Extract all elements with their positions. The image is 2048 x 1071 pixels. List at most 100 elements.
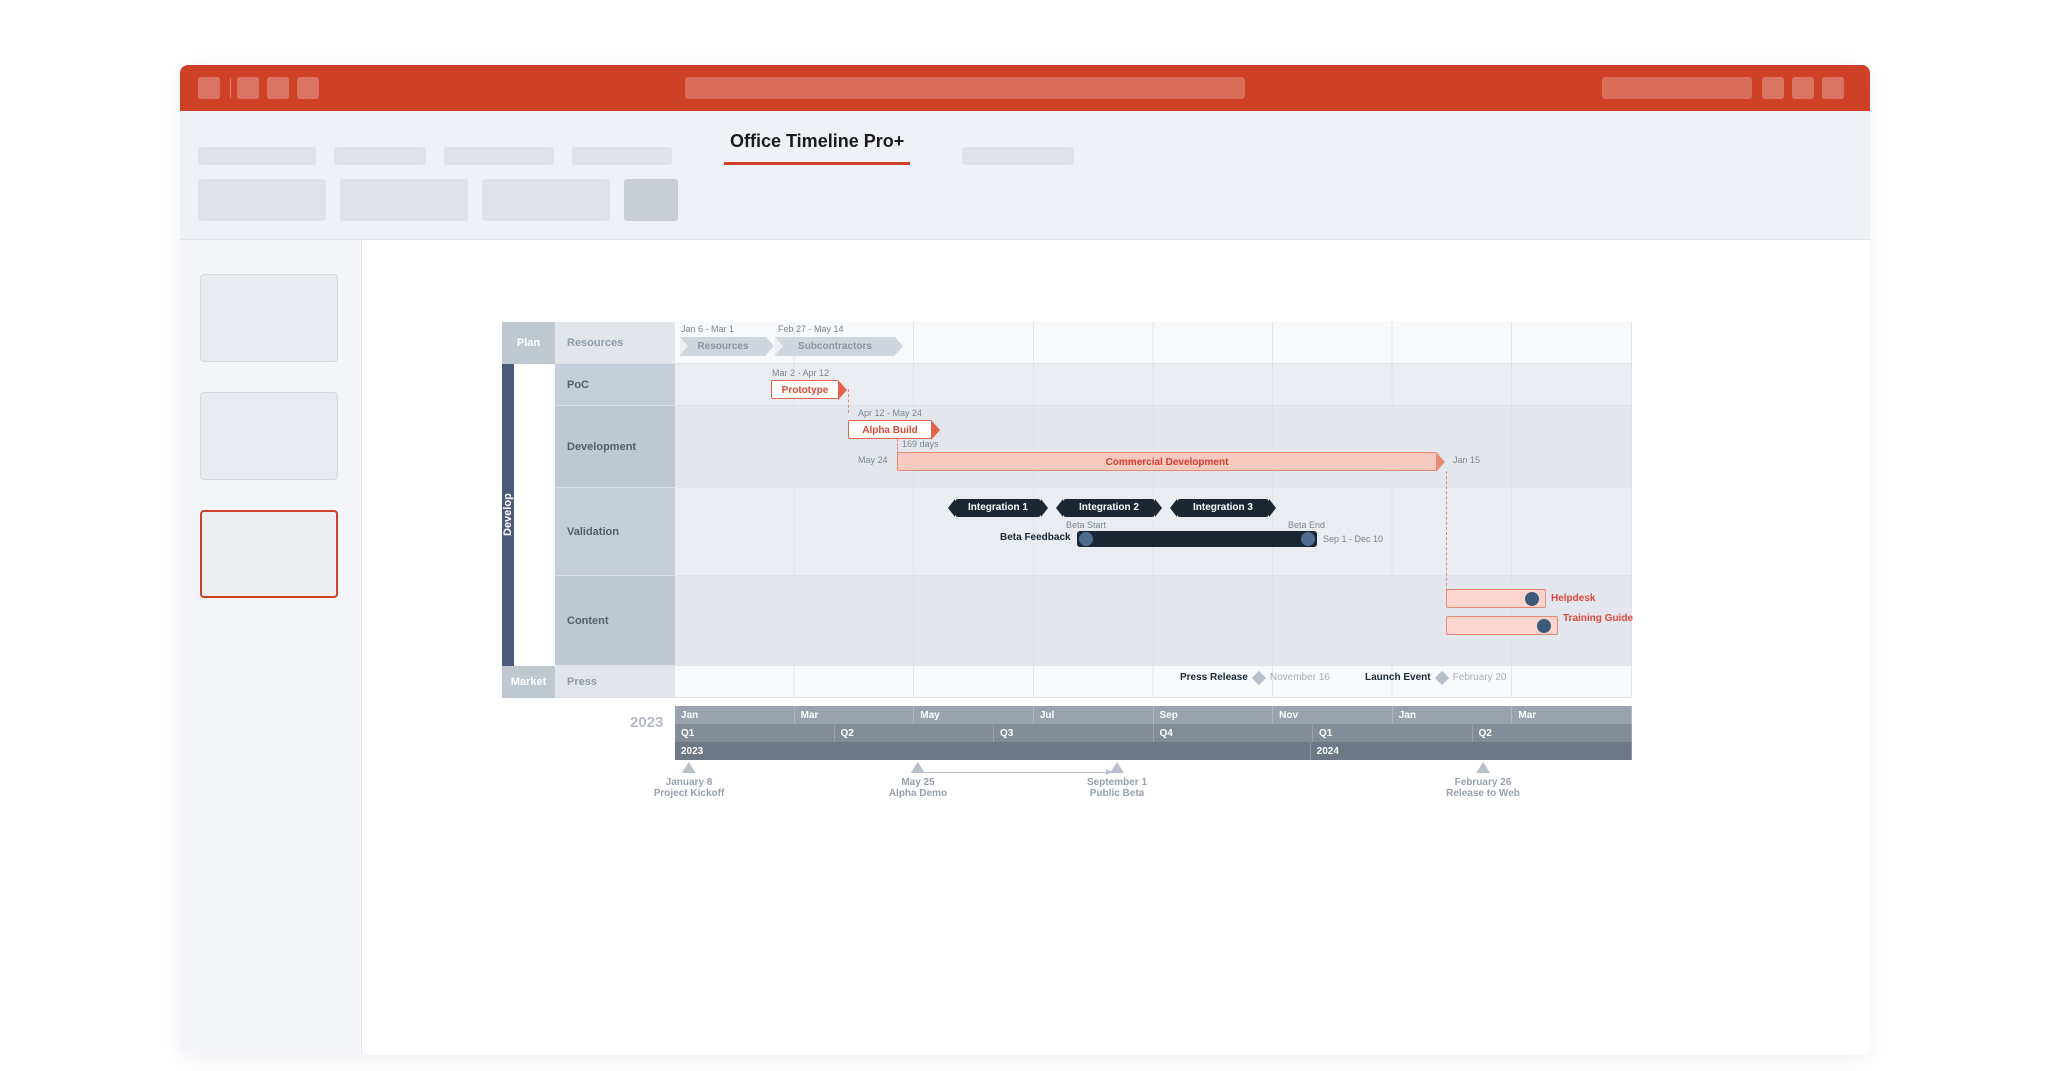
titlebar-button[interactable]	[198, 77, 220, 99]
task-end-date: Jan 15	[1453, 455, 1480, 465]
ribbon-tab-placeholder[interactable]	[444, 147, 554, 165]
ribbon-tool[interactable]	[340, 179, 468, 221]
triangle-icon	[1110, 762, 1124, 773]
milestone-label: Public Beta	[1087, 788, 1147, 799]
milestone-label-beta-end: Beta End	[1288, 520, 1325, 530]
window-min-button[interactable]	[1762, 77, 1784, 99]
titlebar-button[interactable]	[267, 77, 289, 99]
window-close-button[interactable]	[1822, 77, 1844, 99]
titlebar-search[interactable]	[685, 77, 1245, 99]
task-dates: Jan 6 - Mar 1	[681, 324, 734, 334]
year-cell: 2024	[1311, 742, 1632, 760]
task-helpdesk[interactable]	[1446, 589, 1546, 608]
quarter-cell: Q4	[1154, 724, 1314, 742]
swimlane-category-plan: Plan	[502, 322, 555, 364]
milestone-date: May 25	[889, 777, 947, 788]
task-integration-1[interactable]: Integration 1	[955, 499, 1041, 517]
milestone-dot-icon	[1537, 619, 1551, 633]
task-resources[interactable]: Resources	[680, 337, 766, 356]
quarter-cell: Q1	[1313, 724, 1473, 742]
swimlane-category-market: Market	[502, 666, 555, 698]
milestone-label-beta-start: Beta Start	[1066, 520, 1106, 530]
ribbon-tab-placeholder[interactable]	[334, 147, 426, 165]
milestone-date: February 26	[1446, 777, 1520, 788]
task-label: Commercial Development	[1106, 457, 1229, 468]
ribbon-tool[interactable]	[198, 179, 326, 221]
milestone-date: January 8	[654, 777, 725, 788]
slide-thumbnail[interactable]	[200, 274, 338, 362]
plot-area: Jan 6 - Mar 1 Resources Feb 27 - May 14 …	[675, 322, 1632, 698]
titlebar-separator	[230, 78, 231, 98]
year-label-left: 2023	[630, 714, 663, 731]
task-duration: 169 days	[902, 439, 939, 449]
task-integration-2[interactable]: Integration 2	[1063, 499, 1155, 517]
milestone-date: November 16	[1270, 672, 1330, 683]
task-label-helpdesk: Helpdesk	[1551, 589, 1595, 608]
task-prototype[interactable]: Prototype	[771, 380, 839, 399]
triangle-icon	[911, 762, 925, 773]
timescale: Jan Mar May Jul Sep Nov Jan Mar Q1 Q2 Q3…	[675, 706, 1632, 760]
month-cell: Mar	[795, 706, 915, 724]
row-label-resources: Resources	[555, 322, 675, 364]
task-integration-3[interactable]: Integration 3	[1177, 499, 1269, 517]
slide-thumbnail[interactable]	[200, 392, 338, 480]
task-label: Alpha Build	[862, 425, 918, 436]
milestone-dot-icon	[1525, 592, 1539, 606]
row-label-development: Development	[555, 406, 675, 488]
milestone-press-release: Press Release	[1180, 672, 1248, 683]
milestone-arrow	[923, 772, 1111, 773]
ribbon-tool[interactable]	[482, 179, 610, 221]
row-label-press: Press	[555, 666, 675, 698]
slide-thumbnails	[180, 240, 362, 1055]
titlebar	[180, 65, 1870, 111]
task-dates: Mar 2 - Apr 12	[772, 368, 829, 378]
ribbon-tab-placeholder[interactable]	[962, 147, 1074, 165]
slide-thumbnail-active[interactable]	[200, 510, 338, 598]
milestone-public-beta: September 1 Public Beta	[1087, 762, 1147, 799]
row-label-validation: Validation	[555, 488, 675, 576]
ribbon-tool-active[interactable]	[624, 179, 678, 221]
milestone-dot-beta-start	[1079, 532, 1093, 546]
task-dates: Feb 27 - May 14	[778, 324, 844, 334]
milestone-date: September 1	[1087, 777, 1147, 788]
month-cell: Sep	[1154, 706, 1274, 724]
task-subcontractors[interactable]: Subcontractors	[775, 337, 895, 356]
triangle-icon	[1476, 762, 1490, 773]
month-cell: Jul	[1034, 706, 1154, 724]
row-label-poc: PoC	[555, 364, 675, 406]
task-training-guide[interactable]	[1446, 616, 1558, 635]
ribbon-tab-placeholder[interactable]	[572, 147, 672, 165]
milestone-launch-event: Launch Event	[1365, 672, 1431, 683]
ribbon: Office Timeline Pro+	[180, 111, 1870, 240]
task-label: Prototype	[782, 385, 829, 396]
window-max-button[interactable]	[1792, 77, 1814, 99]
quarter-cell: Q2	[835, 724, 995, 742]
task-start-date: May 24	[858, 455, 888, 465]
task-commercial-development[interactable]: Commercial Development	[897, 452, 1437, 471]
task-label-training-guide: Training Guide	[1563, 613, 1633, 632]
titlebar-account[interactable]	[1602, 77, 1752, 99]
task-alpha-build[interactable]: Alpha Build	[848, 420, 932, 439]
milestone-kickoff: January 8 Project Kickoff	[654, 762, 725, 799]
titlebar-button[interactable]	[297, 77, 319, 99]
triangle-icon	[682, 762, 696, 773]
month-cell: May	[914, 706, 1034, 724]
row-label-content: Content	[555, 576, 675, 666]
milestone-label: Project Kickoff	[654, 788, 725, 799]
month-cell: Nov	[1273, 706, 1393, 724]
titlebar-button[interactable]	[237, 77, 259, 99]
app-window: Office Timeline Pro+ Plan Develop Market	[180, 65, 1870, 1055]
quarter-cell: Q3	[994, 724, 1154, 742]
task-beta-feedback[interactable]	[1077, 531, 1317, 547]
slide-canvas[interactable]: Plan Develop Market Resources PoC Develo…	[362, 240, 1870, 1055]
diamond-icon	[1252, 670, 1266, 684]
quarter-cell: Q2	[1473, 724, 1633, 742]
milestone-label: Release to Web	[1446, 788, 1520, 799]
task-dates: Apr 12 - May 24	[858, 408, 922, 418]
diamond-icon	[1435, 670, 1449, 684]
milestone-alpha-demo: May 25 Alpha Demo	[889, 762, 947, 799]
ribbon-tab-placeholder[interactable]	[198, 147, 316, 165]
task-range-beta: Sep 1 - Dec 10	[1323, 534, 1383, 544]
quarter-cell: Q1	[675, 724, 835, 742]
ribbon-tab-office-timeline[interactable]: Office Timeline Pro+	[724, 131, 910, 165]
